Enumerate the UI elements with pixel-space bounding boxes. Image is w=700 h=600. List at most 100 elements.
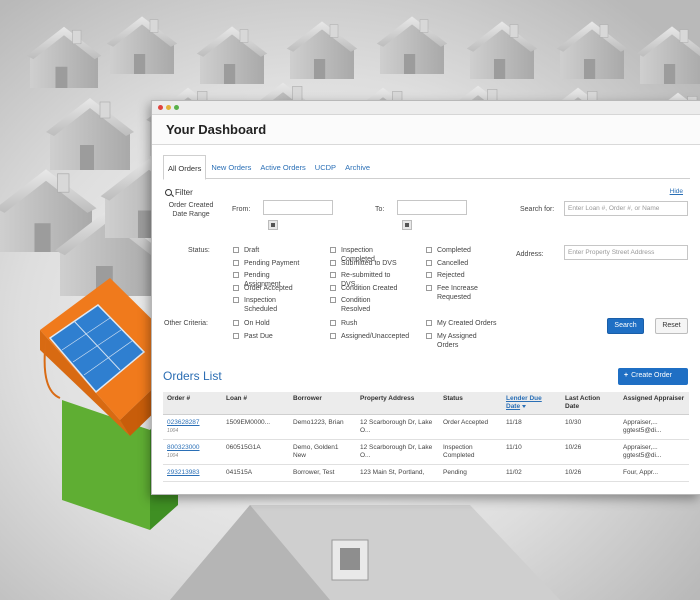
checkbox-square[interactable] — [233, 259, 239, 266]
col-property-address[interactable]: Property Address — [356, 392, 439, 415]
checkbox-square[interactable] — [330, 247, 336, 253]
search-for-input[interactable]: Enter Loan #, Order #, or Name — [564, 201, 688, 216]
checkbox-label: Assigned/Unaccepted — [341, 332, 410, 340]
table-row[interactable]: 800323000 1004 060515G1A Demo, Golden1 New 1… — [163, 439, 689, 465]
minimize-window-dot-icon[interactable] — [166, 105, 171, 110]
checkbox-square[interactable] — [330, 272, 336, 278]
col-last-action-date[interactable]: Last Action Date — [561, 392, 619, 415]
checkbox-square[interactable] — [233, 320, 239, 326]
status-checkbox-condition-resolved[interactable]: Condition Resolved — [330, 296, 401, 314]
address-cell: 12 Scarborough Dr, Lake O... — [356, 439, 439, 465]
due-date-cell: 11/10 — [502, 439, 561, 465]
to-date-input[interactable] — [397, 200, 467, 215]
tab-new-orders[interactable]: New Orders — [207, 155, 255, 179]
col-lender-due-date[interactable]: Lender Due Date — [502, 392, 561, 415]
col-borrower[interactable]: Borrower — [289, 392, 356, 415]
checkbox-square[interactable] — [330, 259, 336, 266]
borrower-cell: Borrower, Test — [289, 464, 356, 482]
hide-filter-link[interactable]: Hide — [670, 188, 683, 195]
checkbox-label: Inspection Scheduled — [244, 297, 278, 313]
table-row[interactable]: 293213983 041515A Borrower, Test 123 Main S… — [163, 464, 689, 482]
from-date-input[interactable] — [263, 200, 333, 215]
checkbox-label: On Hold — [244, 320, 270, 327]
to-calendar-icon[interactable] — [402, 220, 412, 230]
checkbox-square[interactable] — [233, 247, 239, 253]
order-cell: 293213983 — [163, 464, 222, 482]
col-assigned-appraiser[interactable]: Assigned Appraiser — [619, 392, 689, 415]
table-row[interactable]: 023628287 1004 1509EM0000... Demo1223, Bria… — [163, 414, 689, 440]
filter-label: Filter — [165, 188, 193, 197]
close-window-dot-icon[interactable] — [158, 105, 163, 110]
status-checkbox-fee-increase-requested[interactable]: Fee Increase Requested — [426, 284, 497, 302]
checkbox-square[interactable] — [426, 320, 432, 326]
order-tabs: All Orders New Orders Active Orders UCDP… — [163, 155, 690, 180]
checkbox-square[interactable] — [330, 297, 336, 303]
tab-active-orders[interactable]: Active Orders — [256, 155, 309, 179]
status-checkbox-cancelled[interactable]: Cancelled — [426, 259, 468, 268]
criteria-checkbox-assigned-unaccepted[interactable]: Assigned/Unaccepted — [330, 332, 410, 341]
address-input[interactable]: Enter Property Street Address — [564, 245, 688, 260]
order-number-link[interactable]: 293213983 — [167, 469, 218, 477]
status-checkbox-completed[interactable]: Completed — [426, 246, 471, 255]
loan-cell: 041515A — [222, 464, 289, 482]
checkbox-square[interactable] — [426, 332, 432, 339]
checkbox-label: Draft — [244, 247, 260, 254]
col-status[interactable]: Status — [439, 392, 502, 415]
checkbox-label: Condition Created — [341, 284, 398, 292]
checkbox-square[interactable] — [426, 284, 432, 291]
checkbox-square[interactable] — [233, 272, 239, 278]
last-action-cell: 10/26 — [561, 464, 619, 482]
appraiser-cell: Appraiser,... ggtest5@di... — [619, 439, 689, 465]
search-button[interactable]: Search — [607, 318, 644, 334]
tab-all-orders[interactable]: All Orders — [163, 155, 207, 180]
to-label: To: — [375, 206, 385, 213]
status-cell: Inspection Completed — [439, 439, 502, 465]
checkbox-square[interactable] — [233, 284, 239, 291]
criteria-checkbox-my-created-orders[interactable]: My Created Orders — [426, 319, 497, 328]
orders-table-header: Order # Loan # Borrower Property Address… — [163, 392, 689, 415]
status-checkbox-draft[interactable]: Draft — [233, 246, 259, 255]
maximize-window-dot-icon[interactable] — [174, 105, 179, 110]
filter-title: Filter — [175, 188, 193, 197]
col-loan[interactable]: Loan # — [222, 392, 289, 415]
from-calendar-icon[interactable] — [268, 220, 278, 230]
status-label: Status: — [188, 247, 210, 254]
checkbox-square[interactable] — [233, 297, 239, 303]
checkbox-label: Order Accepted — [244, 284, 293, 292]
status-checkbox-rejected[interactable]: Rejected — [426, 271, 465, 280]
reset-button[interactable]: Reset — [655, 318, 688, 334]
checkbox-label: Completed — [437, 247, 471, 254]
status-checkbox-inspection-scheduled[interactable]: Inspection Scheduled — [233, 296, 304, 314]
status-checkbox-submitted-to-dvs[interactable]: Submitted to DVS — [330, 259, 397, 268]
status-checkbox-condition-created[interactable]: Condition Created — [330, 284, 397, 293]
order-form-type: 1004 — [167, 428, 179, 434]
checkbox-label: Condition Resolved — [341, 297, 371, 313]
status-checkbox-pending-payment[interactable]: Pending Payment — [233, 259, 299, 268]
other-criteria-label: Other Criteria: — [164, 320, 208, 327]
address-cell: 12 Scarborough Dr, Lake O... — [356, 414, 439, 440]
checkbox-label: Rejected — [437, 272, 465, 279]
checkbox-square[interactable] — [330, 332, 336, 339]
orders-table: Order # Loan # Borrower Property Address… — [163, 392, 689, 482]
criteria-checkbox-on-hold[interactable]: On Hold — [233, 319, 270, 328]
checkbox-square[interactable] — [330, 284, 336, 291]
address-cell: 123 Main St, Portland, — [356, 464, 439, 482]
tab-ucdp[interactable]: UCDP — [311, 155, 340, 179]
status-checkbox-order-accepted[interactable]: Order Accepted — [233, 284, 293, 293]
col-order[interactable]: Order # — [163, 392, 222, 415]
checkbox-square[interactable] — [233, 332, 239, 339]
criteria-checkbox-my-assigned-orders[interactable]: My Assigned Orders — [426, 332, 497, 350]
criteria-checkbox-past-due[interactable]: Past Due — [233, 332, 273, 341]
checkbox-square[interactable] — [426, 247, 432, 253]
criteria-checkbox-rush[interactable]: Rush — [330, 319, 357, 328]
create-order-button[interactable]: + Create Order — [618, 368, 688, 385]
checkbox-square[interactable] — [426, 259, 432, 266]
tab-archive[interactable]: Archive — [341, 155, 374, 179]
order-number-link[interactable]: 023628287 — [167, 419, 218, 427]
checkbox-square[interactable] — [330, 320, 336, 326]
checkbox-square[interactable] — [426, 272, 432, 278]
order-number-link[interactable]: 800323000 — [167, 444, 218, 452]
dashboard-content: All Orders New Orders Active Orders UCDP… — [152, 145, 700, 205]
loan-cell: 1509EM0000... — [222, 414, 289, 440]
due-date-cell: 11/02 — [502, 464, 561, 482]
